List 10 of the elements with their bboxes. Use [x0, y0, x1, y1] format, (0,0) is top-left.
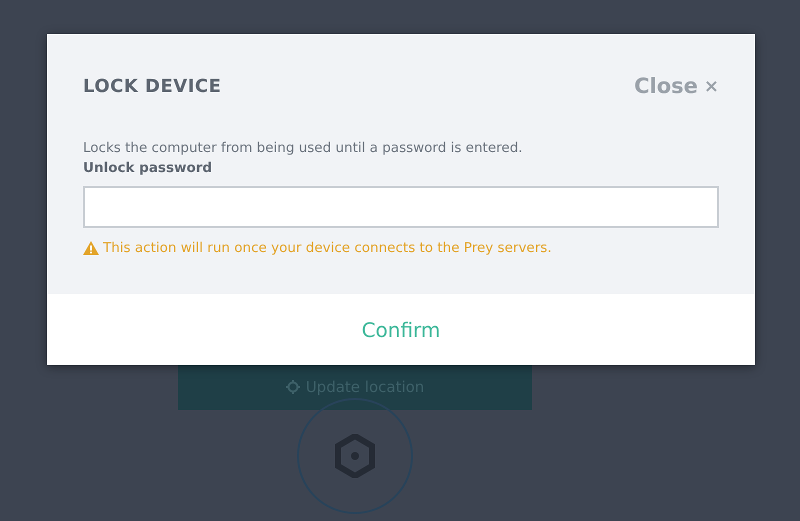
- field-label: Unlock password: [83, 160, 214, 176]
- dialog-title: LOCK DEVICE: [83, 76, 222, 96]
- password-field[interactable]: [83, 186, 719, 228]
- description-text: Locks the computer from being used until a password is entered.: [83, 140, 524, 156]
- close-button[interactable]: Close ×: [634, 74, 719, 98]
- hexagon-icon: [335, 434, 375, 478]
- confirm-button[interactable]: Confirm: [352, 314, 450, 346]
- warning-icon: [83, 241, 99, 255]
- warning-text: This action will run once your device connects to the Prey servers.: [103, 240, 552, 256]
- crosshair-icon: [286, 380, 300, 394]
